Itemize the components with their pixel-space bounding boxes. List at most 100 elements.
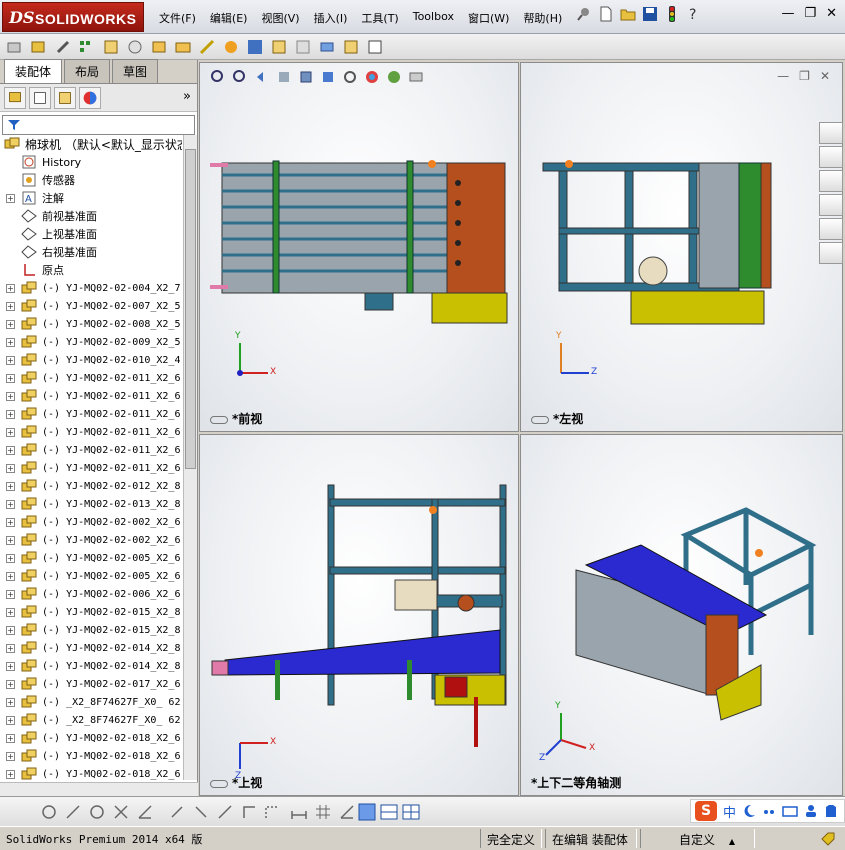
property-manager-icon[interactable] xyxy=(29,86,51,109)
filter-funnel-icon[interactable] xyxy=(7,119,23,131)
smart-fasteners-icon[interactable] xyxy=(102,38,120,56)
tree-horizontal-scrollbar[interactable] xyxy=(0,782,198,796)
tree-item[interactable]: + (-) YJ-MQ02-02-017_X2_6 xyxy=(0,675,182,693)
tree-item[interactable]: + (-) YJ-MQ02-02-018_X2_6 xyxy=(0,729,182,747)
expand-toggle[interactable]: + xyxy=(6,679,15,689)
solidworks-resources-icon[interactable] xyxy=(819,122,843,144)
tree-item[interactable]: + (-) YJ-MQ02-02-014_X2_8 xyxy=(0,657,182,675)
tree-filter[interactable] xyxy=(2,115,195,135)
show-hidden-icon[interactable] xyxy=(150,38,168,56)
pin-icon[interactable] xyxy=(576,6,592,22)
four-view-icon[interactable] xyxy=(402,803,420,821)
file-explorer-icon[interactable] xyxy=(819,170,843,192)
viewport-front[interactable]: Y X *前视 xyxy=(199,62,519,432)
expand-toggle[interactable]: + xyxy=(6,769,15,779)
menu-window[interactable]: 窗口(W) xyxy=(461,10,516,26)
top-view-model[interactable] xyxy=(200,435,519,796)
tree-item[interactable]: + (-) YJ-MQ02-02-010_X2_4 xyxy=(0,351,182,369)
tree-item[interactable]: + (-) YJ-MQ02-02-004_X2_7 xyxy=(0,279,182,297)
minimize-button[interactable]: — xyxy=(781,6,794,21)
instant3d-icon[interactable] xyxy=(366,38,384,56)
expand-toggle[interactable]: + xyxy=(6,553,15,563)
menu-help[interactable]: 帮助(H) xyxy=(516,10,569,26)
circle-tool-icon[interactable] xyxy=(40,803,58,821)
appearances-icon[interactable] xyxy=(819,218,843,240)
moon-icon[interactable] xyxy=(742,804,756,818)
configuration-manager-icon[interactable] xyxy=(54,86,76,109)
expand-toggle[interactable]: + xyxy=(6,301,15,311)
link-views-icon[interactable] xyxy=(210,779,228,788)
link-views-icon[interactable] xyxy=(531,415,549,424)
relation-tool-icon[interactable] xyxy=(262,803,280,821)
tab-layout[interactable]: 布局 xyxy=(64,59,111,83)
menu-view[interactable]: 视图(V) xyxy=(254,10,306,26)
skin-icon[interactable] xyxy=(824,804,838,818)
tree-item[interactable]: + (-) _X2_8F74627F_X0_ 62 xyxy=(0,693,182,711)
expand-toggle[interactable]: + xyxy=(6,733,15,743)
expand-toggle[interactable]: + xyxy=(6,283,15,293)
tree-item[interactable]: + (-) YJ-MQ02-02-011_X2_6 xyxy=(0,441,182,459)
expand-toggle[interactable]: + xyxy=(6,445,15,455)
expand-toggle[interactable]: + xyxy=(6,499,15,509)
tree-item[interactable]: + (-) YJ-MQ02-02-002_X2_6 xyxy=(0,531,182,549)
trim-tool-icon[interactable] xyxy=(168,803,186,821)
menu-file[interactable]: 文件(F) xyxy=(152,10,203,26)
tree-item[interactable]: + (-) YJ-MQ02-02-005_X2_6 xyxy=(0,567,182,585)
help-icon[interactable]: ? xyxy=(686,6,702,22)
tab-assembly[interactable]: 装配体 xyxy=(4,59,63,83)
menu-tools[interactable]: 工具(T) xyxy=(354,10,405,26)
tree-item[interactable]: + (-) YJ-MQ02-02-006_X2_6 xyxy=(0,585,182,603)
insert-component-icon[interactable] xyxy=(30,38,48,56)
viewport-left[interactable]: — ❐ ✕ Y Z *左视 xyxy=(520,62,843,432)
expand-toggle[interactable]: + xyxy=(6,463,15,473)
tree-item[interactable]: + (-) YJ-MQ02-02-008_X2_5 xyxy=(0,315,182,333)
tree-item[interactable]: + (-) YJ-MQ02-02-014_X2_8 xyxy=(0,639,182,657)
rebuild-traffic-light-icon[interactable] xyxy=(664,6,680,22)
sogou-logo-icon[interactable]: S xyxy=(695,801,717,821)
left-view-model[interactable] xyxy=(521,63,843,432)
custom-properties-icon[interactable] xyxy=(819,242,843,264)
exploded-view-icon[interactable] xyxy=(270,38,288,56)
polygon-tool-icon[interactable] xyxy=(88,803,106,821)
unit-system-selector[interactable]: 自定义 ▲ xyxy=(640,829,755,848)
view-palette-icon[interactable] xyxy=(819,194,843,216)
expand-toggle[interactable]: + xyxy=(6,337,15,347)
tree-item[interactable]: 上视基准面 xyxy=(0,225,182,243)
viewport-top[interactable]: X Z *上视 xyxy=(199,434,519,796)
tree-item[interactable]: + (-) YJ-MQ02-02-011_X2_6 xyxy=(0,423,182,441)
expand-toggle[interactable]: + xyxy=(6,373,15,383)
angle-dimension-icon[interactable] xyxy=(338,803,356,821)
expand-toggle[interactable]: + xyxy=(6,391,15,401)
offset-tool-icon[interactable] xyxy=(216,803,234,821)
tree-item[interactable]: 原点 xyxy=(0,261,182,279)
tree-item[interactable]: + (-) YJ-MQ02-02-018_X2_6 xyxy=(0,747,182,765)
expand-toggle[interactable]: + xyxy=(6,697,15,707)
new-motion-study-icon[interactable] xyxy=(222,38,240,56)
scrollbar-thumb[interactable] xyxy=(185,149,196,469)
move-component-icon[interactable] xyxy=(126,38,144,56)
expand-toggle[interactable]: + xyxy=(6,625,15,635)
tree-item[interactable]: 右视基准面 xyxy=(0,243,182,261)
cross-tool-icon[interactable] xyxy=(112,803,130,821)
tree-item[interactable]: + (-) YJ-MQ02-02-012_X2_8 xyxy=(0,477,182,495)
dimension-tool-icon[interactable] xyxy=(290,803,308,821)
keyboard-icon[interactable] xyxy=(782,804,798,818)
expand-toggle[interactable]: + xyxy=(6,517,15,527)
tree-vertical-scrollbar[interactable] xyxy=(183,135,197,780)
design-library-icon[interactable] xyxy=(819,146,843,168)
angle-tool-icon[interactable] xyxy=(136,803,154,821)
more-tabs-chevron[interactable]: » xyxy=(183,89,191,104)
two-view-horizontal-icon[interactable] xyxy=(380,803,398,821)
front-view-model[interactable] xyxy=(200,63,519,432)
display-manager-icon[interactable] xyxy=(79,86,101,109)
ime-toolbar[interactable]: S 中 xyxy=(690,799,845,823)
corner-tool-icon[interactable] xyxy=(240,803,258,821)
isometric-view-model[interactable] xyxy=(521,435,843,796)
menu-insert[interactable]: 插入(I) xyxy=(307,10,355,26)
menu-toolbox[interactable]: Toolbox xyxy=(406,10,461,26)
interference-detection-icon[interactable] xyxy=(318,38,336,56)
solidworks-logo[interactable]: DS SOLIDWORKS xyxy=(2,2,144,32)
open-folder-icon[interactable] xyxy=(620,6,636,22)
extend-tool-icon[interactable] xyxy=(192,803,210,821)
expand-toggle[interactable]: + xyxy=(6,193,15,203)
